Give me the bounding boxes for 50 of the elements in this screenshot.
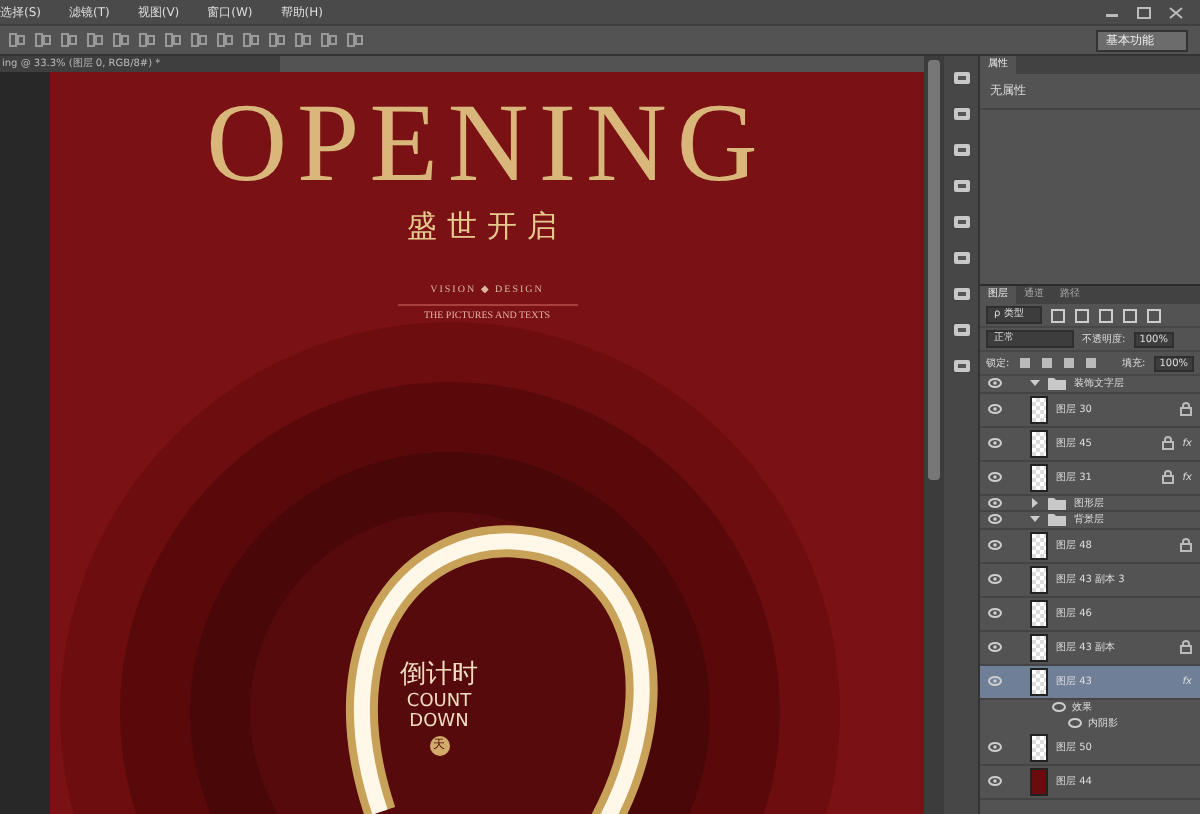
expand-icon[interactable]	[1030, 514, 1040, 525]
layer-thumbnail	[1030, 767, 1048, 795]
eye-icon[interactable]	[988, 438, 1002, 448]
layer-thumbnail	[1030, 667, 1048, 695]
countdown-label: DOWN	[409, 712, 469, 732]
align-icon[interactable]	[164, 32, 182, 48]
eye-icon[interactable]	[988, 574, 1002, 584]
layer-thumbnail	[1030, 633, 1048, 661]
layer-thumbnail	[1030, 463, 1048, 491]
close-icon[interactable]	[1168, 5, 1184, 19]
eye-icon[interactable]	[988, 404, 1002, 414]
eye-icon[interactable]	[988, 608, 1002, 618]
layer-thumbnail	[1030, 599, 1048, 627]
countdown-label: COUNT	[406, 692, 472, 712]
eye-icon[interactable]	[988, 378, 1002, 389]
folder-icon	[1048, 376, 1066, 391]
eye-icon[interactable]	[988, 742, 1002, 752]
layer-thumbnail	[1030, 429, 1048, 457]
countdown-title: 倒计时	[400, 658, 478, 692]
align-icon[interactable]	[268, 32, 286, 48]
scrollbar[interactable]	[924, 56, 944, 814]
align-icon[interactable]	[138, 32, 156, 48]
eye-icon[interactable]	[988, 514, 1002, 525]
eye-icon[interactable]	[988, 497, 1002, 508]
align-icon[interactable]	[242, 32, 260, 48]
maximize-icon[interactable]	[1136, 5, 1152, 19]
layer-thumbnail	[1030, 395, 1048, 423]
align-icon[interactable]	[190, 32, 208, 48]
eye-icon[interactable]	[988, 472, 1002, 482]
layer-thumbnail	[1030, 733, 1048, 761]
align-icon[interactable]	[216, 32, 234, 48]
poster-subtitle: 盛世开启	[407, 208, 567, 246]
align-icon[interactable]	[320, 32, 338, 48]
eye-icon[interactable]	[988, 642, 1002, 652]
align-icon[interactable]	[34, 32, 52, 48]
layer-thumbnail	[1030, 565, 1048, 593]
align-icon[interactable]	[294, 32, 312, 48]
expand-icon[interactable]	[1030, 378, 1040, 389]
eye-icon[interactable]	[988, 676, 1002, 686]
poster-title: OPENING	[206, 84, 768, 204]
scroll-thumb[interactable]	[928, 60, 940, 480]
align-icon[interactable]	[8, 32, 26, 48]
align-icon[interactable]	[112, 32, 130, 48]
eye-icon[interactable]	[988, 776, 1002, 786]
align-icon[interactable]	[86, 32, 104, 48]
collapse-icon[interactable]	[1030, 497, 1040, 508]
align-icon[interactable]	[60, 32, 78, 48]
layer-thumbnail	[1030, 531, 1048, 559]
align-icon[interactable]	[346, 32, 364, 48]
eye-icon[interactable]	[988, 540, 1002, 550]
